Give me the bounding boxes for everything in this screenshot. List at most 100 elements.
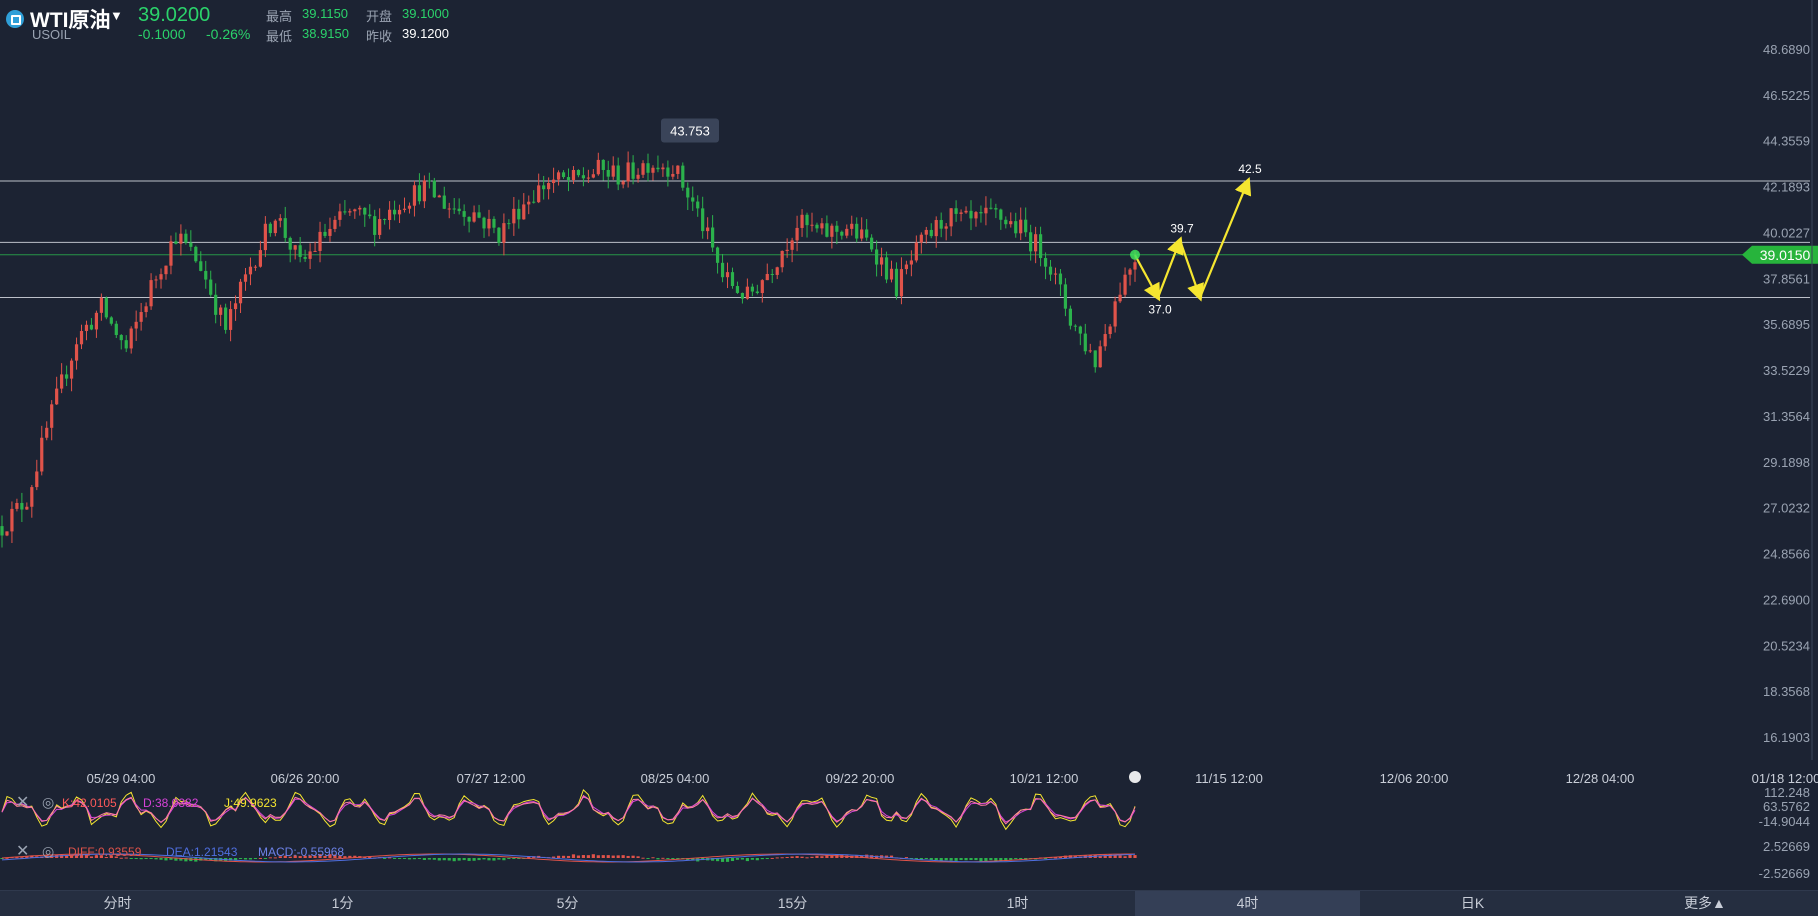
candle-body (631, 162, 635, 179)
candle-body (417, 185, 422, 202)
macd-bar (810, 856, 814, 858)
macd-bar (626, 855, 630, 858)
macd-bar (576, 855, 581, 858)
candle-body (1078, 326, 1082, 334)
y-tick-label: 22.6900 (1763, 592, 1810, 607)
candle-body (442, 195, 446, 209)
candle-body (243, 274, 248, 282)
candle-body (805, 214, 809, 226)
macd-bar (800, 856, 804, 858)
x-tick-label: 10/21 12:00 (1010, 771, 1079, 786)
candle-body (815, 224, 819, 229)
candle-body (785, 249, 789, 251)
candle-body (532, 201, 536, 203)
candle-body (865, 229, 869, 238)
candle-body (263, 223, 267, 251)
candle-body (740, 292, 745, 299)
candle-body (899, 269, 904, 297)
macd-bar (452, 858, 456, 862)
tab-1hour[interactable]: 1时 (905, 891, 1130, 916)
tab-time-share[interactable]: 分时 (5, 891, 230, 916)
macd-bar (591, 854, 595, 858)
candle-body (412, 185, 417, 206)
kdj-y-tick: -14.9044 (1759, 814, 1810, 829)
forecast-segment (1198, 176, 1252, 298)
tab-5min[interactable]: 5分 (455, 891, 680, 916)
candle-body (472, 212, 476, 222)
candle-body (1113, 301, 1117, 327)
candle-body (616, 165, 620, 185)
tab-more[interactable]: 更多▲ (1600, 891, 1810, 916)
candle-body (378, 219, 382, 235)
candle-body (20, 502, 24, 510)
macd-bar (735, 858, 740, 860)
kdj-settings-icon: ◎ (42, 794, 54, 810)
macd-bar (437, 858, 441, 861)
kdj-y-tick: 63.5762 (1763, 799, 1810, 814)
macd-bar (770, 857, 774, 859)
y-tick-label: 27.0232 (1763, 501, 1810, 516)
macd-bar (144, 858, 148, 859)
candle-body (15, 502, 19, 509)
y-tick-label: 40.0227 (1763, 225, 1810, 240)
macd-bar (561, 855, 566, 858)
candle-body (1128, 269, 1132, 275)
macd-bar (462, 858, 466, 861)
candle-body (884, 257, 889, 280)
candle-body (343, 211, 347, 213)
candle-body (984, 207, 988, 214)
candle-body (770, 273, 774, 275)
candle-body (711, 227, 715, 248)
candle-body (959, 212, 963, 214)
macd-bar (502, 858, 506, 861)
macd-bar (596, 855, 600, 858)
tab-daily[interactable]: 日K (1360, 891, 1585, 916)
kdj-value-label: J:49.9623 (224, 796, 277, 810)
candle-body (954, 208, 958, 214)
candle-body (795, 227, 799, 241)
macd-y-tick: -2.52669 (1759, 866, 1810, 881)
candle-body (144, 306, 148, 313)
candle-body (651, 167, 655, 173)
macd-bar (407, 858, 412, 860)
candle-body (273, 220, 277, 234)
candle-body (676, 165, 680, 174)
candle-body (626, 162, 630, 182)
candle-body (194, 246, 198, 262)
tab-4hour[interactable]: 4时 (1135, 891, 1360, 916)
macd-bar (606, 855, 610, 858)
candle-body (467, 216, 471, 222)
macd-bar (1113, 855, 1117, 858)
forecast-label: 42.5 (1238, 162, 1262, 176)
price-chart[interactable]: 39.0150 37.0 39.7 42.5 48.6890 46.5225 44.35… (0, 0, 1818, 890)
candle-body (89, 324, 94, 330)
candle-body (134, 321, 138, 329)
candle-body (586, 177, 590, 179)
candle-body (696, 201, 700, 209)
tab-15min[interactable]: 15分 (680, 891, 905, 916)
candle-body (308, 251, 312, 259)
kdj-value-label: D:38.0382 (143, 796, 199, 810)
candle-body (551, 179, 556, 184)
candle-body (25, 506, 29, 510)
macd-bar (432, 858, 436, 860)
x-tick-label: 11/15 12:00 (1195, 771, 1263, 786)
candle-body (1009, 221, 1013, 225)
candle-body (253, 266, 258, 268)
candle-body (661, 167, 665, 170)
candle-body (636, 174, 640, 179)
candle-body (353, 209, 357, 212)
candle-body (288, 237, 292, 250)
candle-body (566, 177, 571, 180)
candle-body (909, 260, 913, 265)
candle-body (129, 328, 133, 349)
candle-body (999, 209, 1003, 220)
candle-body (407, 205, 412, 209)
candle-body (1133, 262, 1137, 270)
candle-body (601, 159, 605, 170)
candle-body (1043, 258, 1048, 267)
candle-body (1063, 284, 1068, 309)
candle-body (397, 209, 402, 215)
tab-1min[interactable]: 1分 (230, 891, 455, 916)
candle-body (725, 272, 730, 278)
